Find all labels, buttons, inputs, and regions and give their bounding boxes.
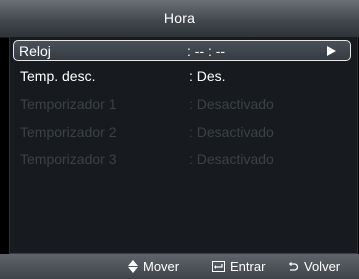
menu-item-value: : Desactivado bbox=[189, 124, 274, 140]
menu-item-value: : Desactivado bbox=[189, 96, 274, 112]
back-hint: Volver bbox=[287, 254, 340, 279]
enter-hint: Entrar bbox=[212, 254, 265, 279]
osd-window: Hora Reloj : -- : -- Temp. desc. : Des. … bbox=[0, 0, 359, 279]
enter-icon bbox=[212, 261, 225, 272]
menu-item-label: Temp. desc. bbox=[20, 68, 96, 84]
menu-item-temporizador-2: Temporizador 2 : Desactivado bbox=[14, 122, 351, 142]
menu-item-value: : Desactivado bbox=[189, 151, 274, 167]
move-label: Mover bbox=[143, 259, 180, 274]
menu-item-value: : -- : -- bbox=[187, 42, 226, 59]
menu-item-label: Temporizador 1 bbox=[20, 96, 117, 112]
title-bar: Hora bbox=[0, 0, 359, 38]
up-down-arrows-icon bbox=[128, 260, 138, 273]
enter-label: Entrar bbox=[230, 259, 266, 274]
footer-help-bar: Mover Entrar Volver bbox=[0, 254, 359, 279]
menu-item-reloj[interactable]: Reloj : -- : -- bbox=[13, 40, 351, 61]
menu-item-temp-desc[interactable]: Temp. desc. : Des. bbox=[14, 66, 351, 86]
menu-item-temporizador-1: Temporizador 1 : Desactivado bbox=[14, 94, 351, 114]
menu-panel: Reloj : -- : -- Temp. desc. : Des. Tempo… bbox=[9, 37, 358, 254]
arrow-right-icon bbox=[327, 46, 336, 56]
return-icon bbox=[287, 261, 299, 273]
menu-item-label: Temporizador 3 bbox=[20, 151, 117, 167]
menu-item-label: Reloj bbox=[19, 42, 51, 59]
menu-item-label: Temporizador 2 bbox=[20, 124, 117, 140]
move-hint: Mover bbox=[128, 254, 179, 279]
back-label: Volver bbox=[304, 259, 341, 274]
page-title: Hora bbox=[163, 9, 196, 26]
menu-item-temporizador-3: Temporizador 3 : Desactivado bbox=[14, 149, 351, 169]
menu-item-value: : Des. bbox=[189, 68, 226, 84]
